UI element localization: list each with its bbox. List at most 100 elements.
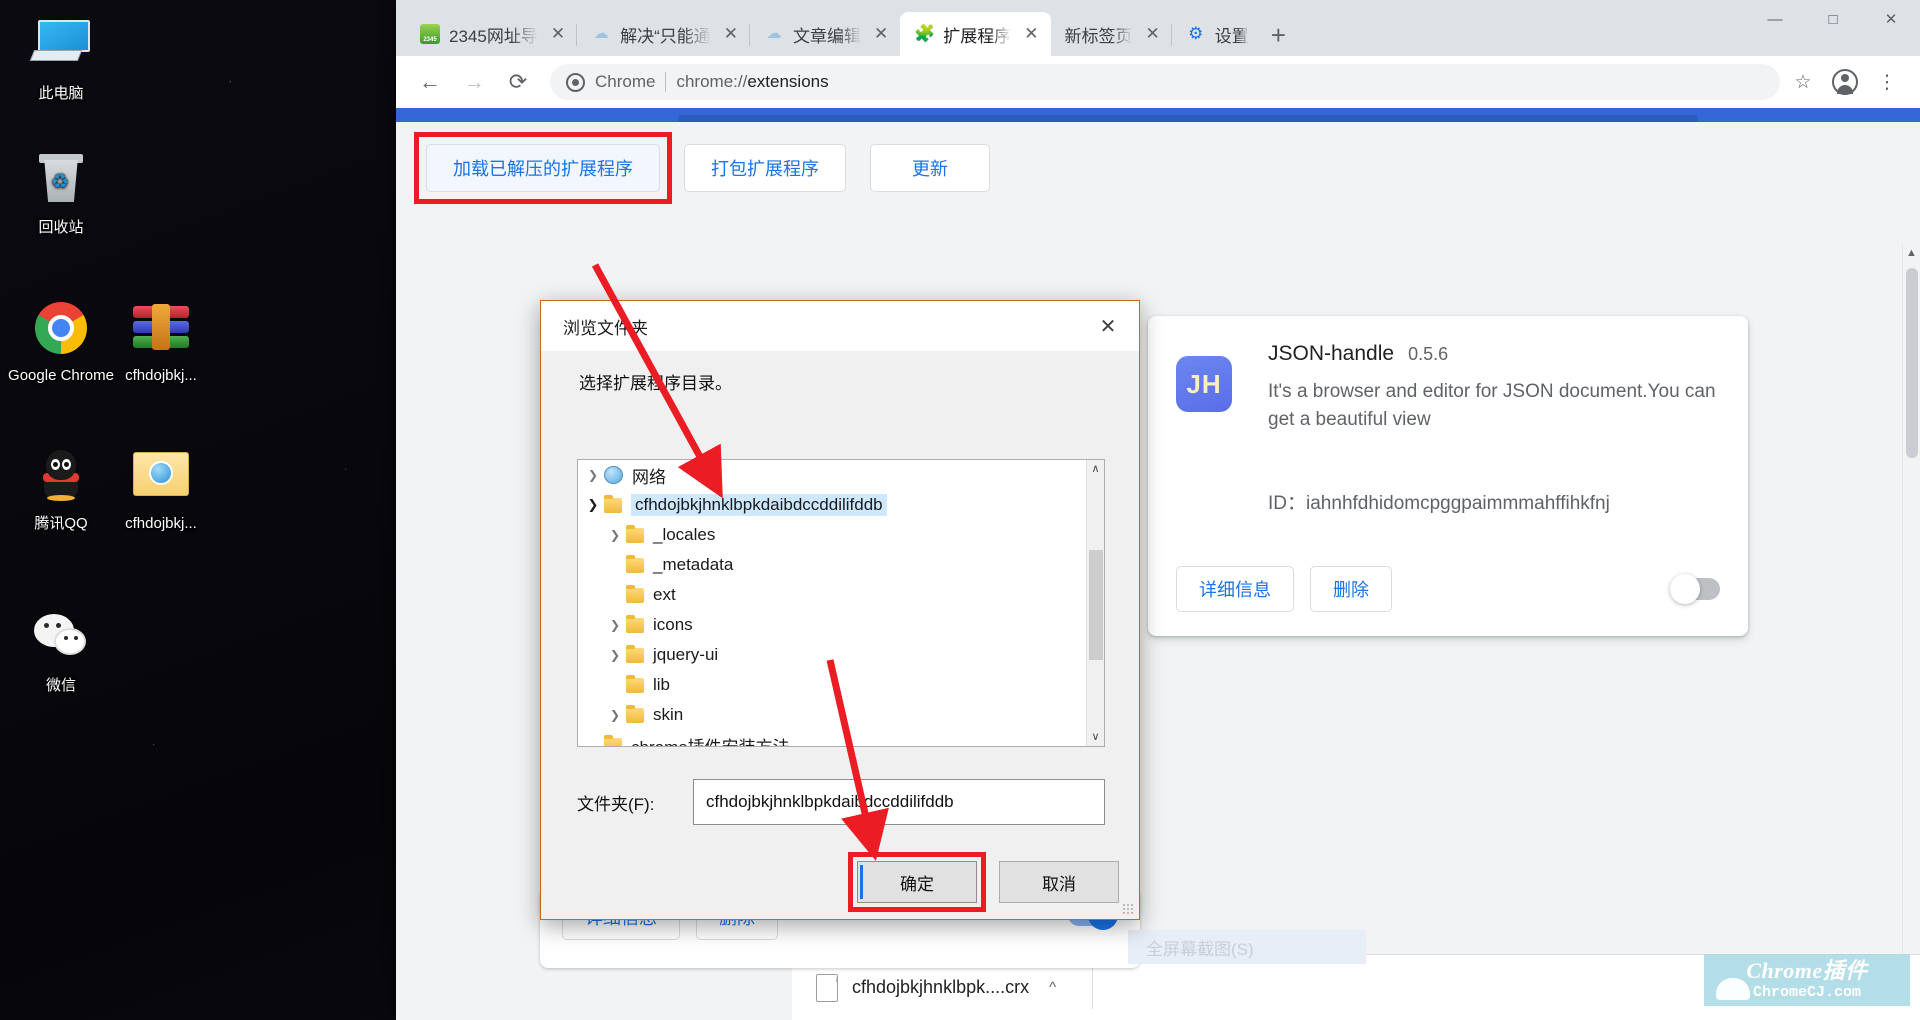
new-tab-button[interactable]: +: [1271, 22, 1286, 48]
tree-item-label: icons: [653, 615, 693, 634]
tree-item-network[interactable]: ❯ 网络: [578, 460, 1104, 490]
tab-2345[interactable]: 2345网址导 ✕: [406, 12, 577, 56]
omnibox-url: chrome://extensions: [676, 72, 829, 91]
desktop-icon-rar-archive[interactable]: cfhdojbkj...: [106, 300, 216, 385]
desktop-icon-label: 此电脑: [38, 85, 84, 102]
dialog-title-bar: 浏览文件夹 ✕: [541, 301, 1139, 351]
desktop-icon-tencent-qq[interactable]: 腾讯QQ: [6, 448, 116, 533]
reload-button[interactable]: ⟳: [498, 62, 538, 102]
tree-item-label: jquery-ui: [653, 645, 719, 664]
scroll-down-icon[interactable]: ∨: [1087, 728, 1104, 746]
tab-separator: [1170, 24, 1172, 46]
gear-icon: ⚙: [1188, 24, 1204, 43]
tree-item-label: lib: [653, 675, 671, 694]
load-unpacked-button[interactable]: 加载已解压的扩展程序: [426, 144, 660, 192]
browse-folder-dialog: 浏览文件夹 ✕ 选择扩展程序目录。 ❯ 网络 ❯ cfhdojbkjhnklbp…: [540, 300, 1140, 920]
folder-path-input[interactable]: cfhdojbkjhnklbpkdaibdccddilifddb: [693, 779, 1105, 825]
tree-item-jquery-ui[interactable]: ❯ jquery-ui: [578, 640, 1104, 670]
chevron-right-icon[interactable]: ❯: [582, 468, 604, 482]
remove-button[interactable]: 删除: [1310, 566, 1392, 612]
pack-extension-button[interactable]: 打包扩展程序: [684, 144, 846, 192]
download-item-name[interactable]: cfhdojbkjhnklbpk....crx: [852, 977, 1029, 998]
dialog-close-icon[interactable]: ✕: [1091, 309, 1125, 343]
extension-id: ID：iahnhfdhidomcpggpaimmmahffihkfnj: [1268, 493, 1610, 514]
tab-close-icon[interactable]: ✕: [724, 24, 738, 44]
cloud-icon: ☁: [593, 25, 609, 42]
extension-card-json-handle: JH JSON-handle 0.5.6 It's a browser and …: [1148, 316, 1748, 636]
chevron-up-icon[interactable]: ^: [1049, 979, 1056, 996]
tree-item-icons[interactable]: ❯ icons: [578, 610, 1104, 640]
extension-enabled-toggle[interactable]: [1670, 574, 1720, 604]
folder-tree[interactable]: ❯ 网络 ❯ cfhdojbkjhnklbpkdaibdccddilifddb …: [577, 459, 1105, 747]
chevron-right-icon[interactable]: ❯: [604, 528, 626, 542]
tab-close-icon[interactable]: ✕: [1146, 24, 1160, 44]
site-2345-icon: [420, 24, 440, 44]
back-button[interactable]: ←: [410, 62, 450, 102]
page-scrollbar[interactable]: ▲: [1902, 244, 1920, 1020]
tab-close-icon[interactable]: ✕: [874, 24, 888, 44]
folder-input-row: 文件夹(F): cfhdojbkjhnklbpkdaibdccddilifddb: [577, 779, 1105, 825]
site-watermark: Chrome插件 ChromeCJ.com: [1704, 954, 1910, 1006]
tree-item-label: 网络: [632, 467, 666, 487]
tab-new-tab-page[interactable]: 新标签页 ✕: [1051, 12, 1172, 56]
bookmark-star-icon[interactable]: ☆: [1784, 63, 1822, 101]
close-window-button[interactable]: ✕: [1862, 0, 1920, 38]
tab-close-icon[interactable]: ✕: [551, 24, 565, 44]
chrome-menu-button[interactable]: ⋮: [1868, 63, 1906, 101]
desktop-icon-wechat[interactable]: 微信: [6, 610, 116, 695]
desktop-icon-folder-shortcut[interactable]: cfhdojbkj...: [106, 448, 216, 533]
omnibox-scheme-label: Chrome: [595, 72, 656, 91]
tree-item-skin[interactable]: ❯ skin: [578, 700, 1104, 730]
maximize-button[interactable]: □: [1804, 0, 1862, 38]
tree-scrollbar-thumb[interactable]: [1089, 550, 1103, 660]
tab-title: 2345网址导: [449, 26, 538, 46]
tree-item-lib[interactable]: lib: [578, 670, 1104, 700]
folder-field-label: 文件夹(F):: [577, 794, 655, 814]
tab-solution[interactable]: ☁ 解决“只能通 ✕: [576, 12, 750, 56]
tab-close-icon[interactable]: ✕: [1024, 24, 1038, 44]
forward-button[interactable]: →: [454, 62, 494, 102]
file-icon: [816, 973, 838, 1002]
chevron-right-icon[interactable]: ❯: [604, 648, 626, 662]
window-controls: — □ ✕: [1746, 0, 1920, 38]
tree-item-metadata[interactable]: _metadata: [578, 550, 1104, 580]
tab-article-editor[interactable]: ☁ 文章编辑 ✕: [749, 12, 900, 56]
tree-scrollbar[interactable]: ∧ ∨: [1086, 460, 1104, 746]
desktop-icon-recycle-bin[interactable]: ♻ 回收站: [6, 152, 116, 237]
tree-item-extension-folder[interactable]: ❯ cfhdojbkjhnklbpkdaibdccddilifddb: [578, 490, 1104, 520]
scroll-up-icon[interactable]: ▲: [1903, 244, 1920, 262]
address-bar[interactable]: Chrome chrome://extensions: [550, 64, 1780, 100]
extension-card-header: JSON-handle 0.5.6: [1268, 342, 1720, 366]
resize-grip[interactable]: [1122, 903, 1134, 915]
profile-avatar[interactable]: [1826, 63, 1864, 101]
cancel-button[interactable]: 取消: [999, 861, 1119, 903]
desktop-icon-this-pc[interactable]: 此电脑: [6, 18, 116, 103]
ghost-menu-item-fullscreen-capture: 全屏幕截图(S): [1128, 930, 1366, 964]
tree-item-locales[interactable]: ❯ _locales: [578, 520, 1104, 550]
dialog-buttons: 确定 取消: [848, 852, 1119, 912]
omnibox-divider: [665, 72, 667, 92]
chevron-right-icon[interactable]: ❯: [604, 708, 626, 722]
desktop-icon-label: Google Chrome: [8, 367, 114, 384]
chevron-down-icon[interactable]: ❯: [582, 497, 604, 513]
tree-item-chrome-install-guide[interactable]: chrome插件安装方法: [578, 730, 1104, 746]
this-pc-icon: [6, 18, 116, 78]
tab-separator: [576, 24, 578, 46]
update-extensions-button[interactable]: 更新: [870, 144, 990, 192]
scroll-up-icon[interactable]: ∧: [1087, 460, 1104, 478]
tab-extensions[interactable]: 🧩 扩展程序 ✕: [900, 12, 1051, 56]
tree-item-ext[interactable]: ext: [578, 580, 1104, 610]
chevron-right-icon[interactable]: ❯: [604, 618, 626, 632]
tab-title: 设置: [1214, 26, 1249, 46]
scrollbar-thumb[interactable]: [1906, 268, 1918, 458]
minimize-button[interactable]: —: [1746, 0, 1804, 38]
tab-title: 扩展程序: [943, 26, 1012, 46]
desktop-icon-google-chrome[interactable]: Google Chrome: [6, 300, 116, 385]
ok-button[interactable]: 确定: [857, 861, 977, 903]
ok-button-wrapper: 确定: [848, 852, 986, 912]
winrar-archive-icon: [106, 300, 216, 360]
tab-strip: 2345网址导 ✕ ☁ 解决“只能通 ✕ ☁ 文章编辑 ✕ 🧩 扩展程序 ✕ 新…: [396, 0, 1920, 56]
tab-settings[interactable]: ⚙ 设置: [1170, 12, 1261, 56]
dialog-title: 浏览文件夹: [563, 318, 648, 338]
details-button[interactable]: 详细信息: [1176, 566, 1294, 612]
